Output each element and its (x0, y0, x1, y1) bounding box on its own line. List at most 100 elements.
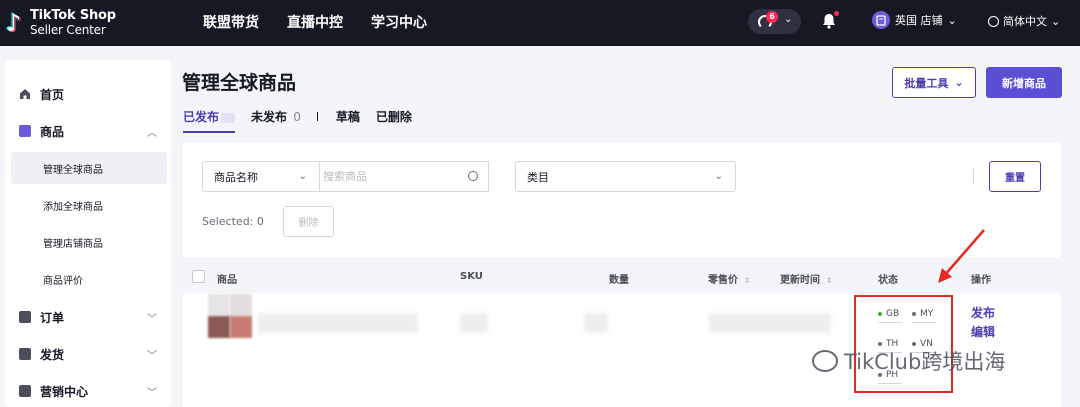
sidebar-item-orders[interactable]: 订单 ﹀ (5, 299, 171, 335)
sidebar-item-shipping[interactable]: 发货 ﹀ (5, 336, 171, 372)
orders-icon (19, 311, 31, 323)
search-field-select[interactable]: 商品名称 ⌄ (202, 161, 320, 192)
top-bar: ♪ TikTok Shop Seller Center 联盟带货 直播中控 学习… (0, 0, 1080, 46)
tab-divider (316, 112, 318, 121)
sort-icon: ⇕ (744, 276, 751, 285)
tab-unpublished[interactable]: 未发布 0 (251, 108, 301, 125)
language-label: 简体中文 (1003, 15, 1047, 28)
top-nav-affiliate[interactable]: 联盟带货 (203, 12, 259, 32)
search-input[interactable] (323, 170, 463, 183)
chevron-down-icon: ⌄ (784, 14, 793, 25)
column-header-product: 商品 (217, 275, 237, 286)
status-region-my: MY (912, 309, 936, 323)
annotation-arrow-icon (938, 229, 985, 283)
sidebar-item-label: 首页 (40, 87, 65, 102)
products-icon (19, 125, 31, 137)
column-header-updated-time[interactable]: 更新时间 ⇕ (780, 271, 833, 286)
publish-link[interactable]: 发布 (971, 304, 995, 321)
top-nav-live-control[interactable]: 直播中控 (287, 12, 343, 32)
search-box (319, 161, 489, 192)
status-highlight-box (854, 295, 953, 393)
sidebar-item-products[interactable]: 商品 ︿ (5, 113, 171, 149)
category-placeholder: 类目 (527, 170, 549, 184)
sidebar-item-label: 发货 (40, 347, 65, 362)
watermark-text: TikClub跨境出海 (844, 350, 1006, 374)
edit-link[interactable]: 编辑 (971, 323, 995, 340)
sidebar: 首页 商品 ︿ 管理全球商品 添加全球商品 管理店铺商品 商品评价 订单 ﹀ 发… (5, 60, 171, 407)
sidebar-subitem-add-global-product[interactable]: 添加全球商品 (11, 189, 167, 221)
tab-count: 0 (293, 110, 301, 124)
blurred-quantity (584, 313, 608, 333)
selected-count-label: Selected: 0 (202, 215, 264, 228)
blurred-product-name (258, 313, 418, 333)
column-header-label: 零售价 (708, 275, 738, 286)
column-header-price[interactable]: 零售价 ⇕ (708, 271, 751, 286)
support-button[interactable]: 6 ⌄ (748, 9, 801, 34)
brand-line1: TikTok Shop (30, 8, 116, 23)
blurred-sku (460, 313, 488, 333)
chevron-down-icon: ⌄ (298, 171, 307, 182)
sort-icon: ⇕ (826, 276, 833, 285)
unread-dot (834, 11, 839, 16)
tiktok-shop-logo[interactable]: ♪ TikTok Shop Seller Center (6, 8, 116, 37)
region-code: MY (920, 309, 934, 319)
sidebar-subitem-product-reviews[interactable]: 商品评价 (11, 263, 167, 295)
region-code: GB (886, 309, 900, 319)
selected-count: 0 (256, 215, 264, 228)
tab-label: 草稿 (335, 110, 360, 124)
home-icon (19, 88, 31, 100)
tab-deleted[interactable]: 已删除 (376, 108, 412, 125)
chevron-down-icon: ⌄ (947, 13, 957, 27)
megaphone-icon (19, 385, 31, 397)
delete-button[interactable]: 删除 (283, 206, 334, 237)
sidebar-item-marketing[interactable]: 营销中心 ﹀ (5, 373, 171, 407)
status-region-gb: GB (878, 309, 902, 323)
product-thumbnail[interactable] (208, 294, 252, 342)
status-tabs: 已发布 未发布 0 草稿 已删除 (183, 108, 428, 133)
chevron-down-icon: ﹀ (147, 313, 157, 325)
tiktok-note-icon: ♪ (6, 8, 22, 37)
page-title: 管理全球商品 (182, 72, 297, 94)
sidebar-subitem-manage-global-products[interactable]: 管理全球商品 (11, 152, 167, 184)
store-name: 英国 店铺 (895, 14, 943, 27)
top-nav: 联盟带货 直播中控 学习中心 (203, 12, 427, 32)
chevron-down-icon: ⌄ (714, 171, 723, 182)
wechat-icon (812, 350, 838, 372)
select-all-checkbox[interactable] (192, 270, 205, 283)
status-dot-active (878, 312, 882, 316)
watermark: TikClub跨境出海 (812, 346, 1005, 376)
blurred-count (221, 112, 236, 123)
top-nav-learning-center[interactable]: 学习中心 (371, 12, 427, 32)
bulk-tools-label: 批量工具 (904, 76, 949, 90)
tab-published[interactable]: 已发布 (183, 108, 236, 133)
add-product-button[interactable]: 新增商品 (986, 67, 1062, 98)
sidebar-item-home[interactable]: 首页 (5, 76, 171, 112)
selected-label: Selected: (202, 215, 254, 228)
store-switcher[interactable]: 英国 店铺 ⌄ (872, 11, 957, 29)
chevron-down-icon: ﹀ (147, 350, 157, 362)
chevron-down-icon: ⌄ (954, 76, 964, 89)
language-switcher[interactable]: 简体中文 ⌄ (988, 13, 1060, 29)
search-icon[interactable] (468, 171, 478, 181)
search-field-value: 商品名称 (214, 170, 258, 184)
tab-drafts[interactable]: 草稿 (336, 108, 360, 125)
blurred-price-and-time (709, 313, 831, 333)
sidebar-item-label: 商品 (40, 124, 65, 139)
notification-count-badge: 6 (766, 11, 778, 23)
divider (973, 169, 974, 185)
bulk-tools-button[interactable]: 批量工具 ⌄ (892, 67, 976, 98)
tab-label: 未发布 (251, 110, 288, 124)
tab-label: 已删除 (375, 110, 412, 124)
chevron-down-icon: ⌄ (1051, 14, 1061, 28)
status-dot (912, 312, 916, 316)
column-header-label: 更新时间 (780, 275, 820, 286)
globe-icon (988, 15, 999, 27)
bell-icon[interactable] (822, 11, 839, 29)
sidebar-subitem-manage-store-products[interactable]: 管理店铺商品 (11, 226, 167, 258)
chevron-down-icon: ﹀ (147, 387, 157, 399)
chevron-up-icon: ︿ (147, 127, 157, 139)
sidebar-item-label: 营销中心 (40, 384, 89, 399)
column-header-quantity: 数量 (609, 275, 629, 286)
category-select[interactable]: 类目 ⌄ (515, 161, 736, 192)
reset-button[interactable]: 重置 (989, 161, 1041, 192)
